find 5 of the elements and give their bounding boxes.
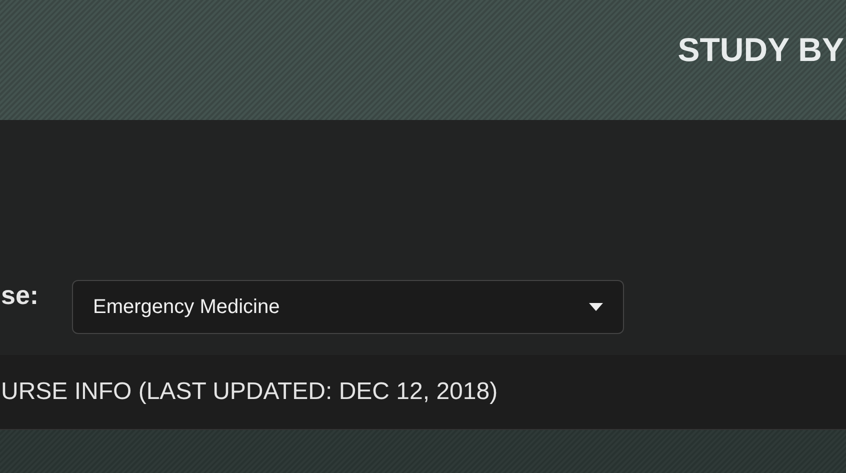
course-info-heading: URSE INFO (LAST UPDATED: DEC 12, 2018) [1,377,498,407]
caret-icon [589,303,603,311]
course-select[interactable]: Emergency Medicine [72,280,624,334]
course-label: se: [1,282,40,308]
page-title: STUDY BY [678,33,844,66]
